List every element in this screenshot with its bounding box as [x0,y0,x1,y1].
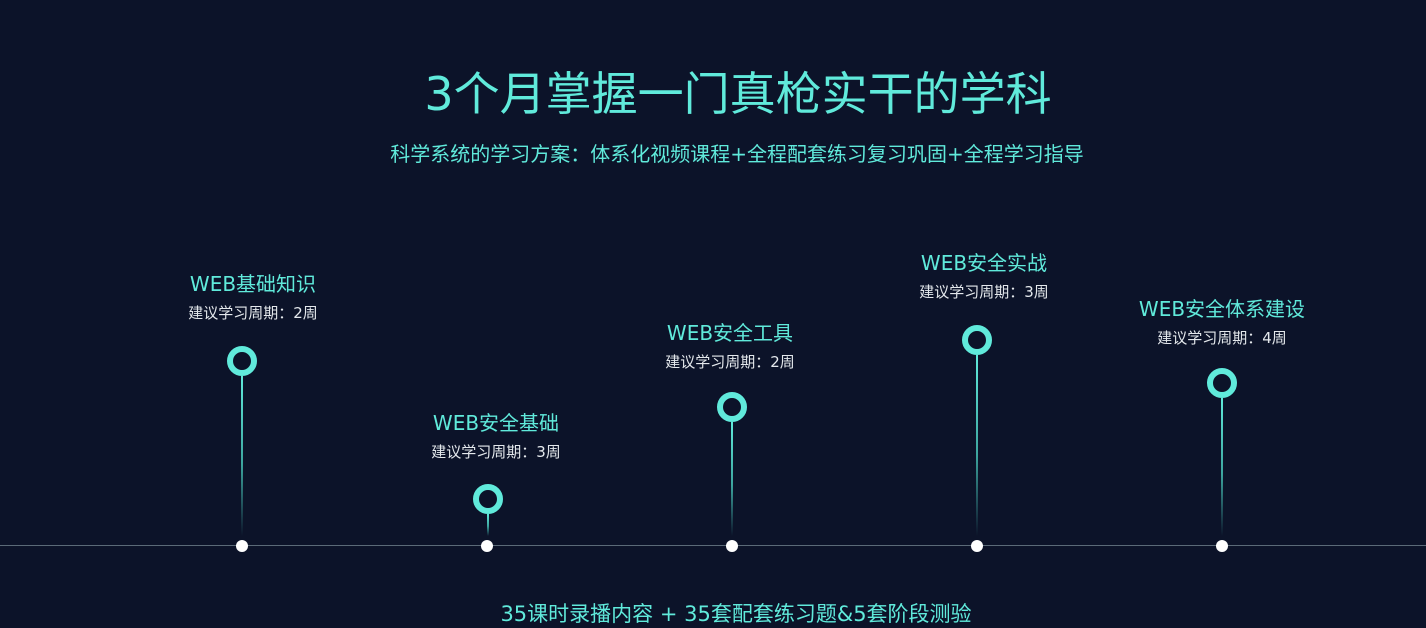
timeline-baseline [0,545,1426,546]
stage-2-label: WEB安全基础 建议学习周期：3周 [396,411,596,461]
page-title: 3个月掌握一门真枪实干的学科 [424,67,1052,121]
stage-title: WEB安全体系建设 [1138,297,1306,321]
stage-4-stem [976,355,978,536]
stage-2-stem [487,514,489,536]
stage-5-dot [1216,540,1228,552]
stage-1-stem [241,376,243,536]
stage-title: WEB安全工具 [666,321,794,345]
stage-4-marker-icon [962,325,992,355]
stage-period: 建议学习周期：3周 [431,443,561,461]
stage-period: 建议学习周期：3周 [919,283,1049,301]
stage-3-label: WEB安全工具 建议学习周期：2周 [630,321,830,371]
stage-title: WEB安全基础 [432,411,560,435]
stage-4-dot [971,540,983,552]
stage-title: WEB基础知识 [189,272,317,296]
stage-5-label: WEB安全体系建设 建议学习周期：4周 [1122,297,1322,347]
stage-5-stem [1221,398,1223,536]
stage-3-dot [726,540,738,552]
stage-1-dot [236,540,248,552]
stage-period: 建议学习周期：2周 [665,353,795,371]
stage-3-marker-icon [717,392,747,422]
stage-period: 建议学习周期：2周 [188,304,318,322]
stage-3-stem [731,422,733,536]
stage-5-marker-icon [1207,368,1237,398]
stage-4-label: WEB安全实战 建议学习周期：3周 [884,251,1084,301]
stage-2-marker-icon [473,484,503,514]
stage-1-marker-icon [227,346,257,376]
page-subtitle: 科学系统的学习方案：体系化视频课程+全程配套练习复习巩固+全程学习指导 [390,142,1084,166]
stage-period: 建议学习周期：4周 [1157,329,1287,347]
stage-2-dot [481,540,493,552]
course-summary: 35课时录播内容 + 35套配套练习题&5套阶段测验 [500,602,972,626]
stage-title: WEB安全实战 [920,251,1048,275]
stage-1-label: WEB基础知识 建议学习周期：2周 [153,272,353,322]
